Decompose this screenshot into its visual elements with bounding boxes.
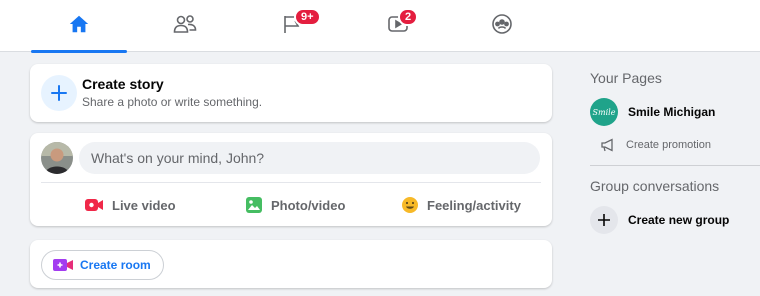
live-video-button[interactable]: Live video [84, 190, 176, 220]
groups-icon [491, 13, 513, 40]
photo-video-button[interactable]: Photo/video [245, 190, 345, 220]
watch-badge: 2 [398, 8, 419, 26]
group-conversations-heading: Group conversations [590, 178, 720, 194]
page-item-smile-michigan[interactable]: Smile Smile Michigan [590, 98, 715, 126]
plus-icon [590, 206, 618, 234]
post-composer-card: What's on your mind, John? Live video Ph… [30, 133, 552, 226]
whats-on-your-mind-input[interactable]: What's on your mind, John? [79, 142, 540, 174]
create-room-label: Create room [80, 258, 151, 272]
tab-watch[interactable]: 2 [350, 0, 446, 52]
create-promotion-label: Create promotion [626, 139, 711, 151]
avatar[interactable] [41, 142, 73, 174]
tab-friends[interactable] [137, 0, 233, 52]
feeling-activity-label: Feeling/activity [427, 197, 521, 213]
create-story-title: Create story [82, 76, 164, 92]
photo-icon [245, 196, 263, 214]
active-tab-indicator [31, 50, 127, 53]
create-new-group-button[interactable]: Create new group [590, 206, 729, 234]
photo-video-label: Photo/video [271, 197, 346, 213]
sidebar-divider [590, 165, 760, 166]
plus-icon [41, 75, 77, 111]
live-video-icon [84, 197, 104, 213]
friends-icon [173, 13, 197, 40]
create-new-group-label: Create new group [628, 213, 730, 227]
tab-pages[interactable]: 9+ [244, 0, 340, 52]
top-navigation: 9+ 2 [0, 0, 760, 53]
create-story-card[interactable]: Create story Share a photo or write some… [30, 64, 552, 122]
feeling-activity-button[interactable]: Feeling/activity [401, 190, 521, 220]
megaphone-icon [600, 138, 616, 152]
create-room-card: Create room [30, 240, 552, 288]
page-name: Smile Michigan [628, 105, 716, 119]
tab-groups[interactable] [454, 0, 550, 52]
tab-home[interactable] [31, 0, 127, 53]
page-logo: Smile [590, 98, 618, 126]
room-video-icon [52, 258, 74, 272]
create-room-button[interactable]: Create room [41, 250, 164, 280]
create-promotion-link[interactable]: Create promotion [600, 138, 711, 152]
divider [41, 182, 541, 183]
feeling-icon [401, 196, 419, 214]
right-sidebar: Your Pages Smile Smile Michigan Create p… [576, 52, 760, 296]
create-story-subtitle: Share a photo or write something. [82, 95, 263, 109]
live-video-label: Live video [112, 197, 176, 213]
pages-badge: 9+ [294, 8, 321, 26]
your-pages-heading: Your Pages [590, 70, 662, 86]
home-icon [68, 13, 90, 40]
